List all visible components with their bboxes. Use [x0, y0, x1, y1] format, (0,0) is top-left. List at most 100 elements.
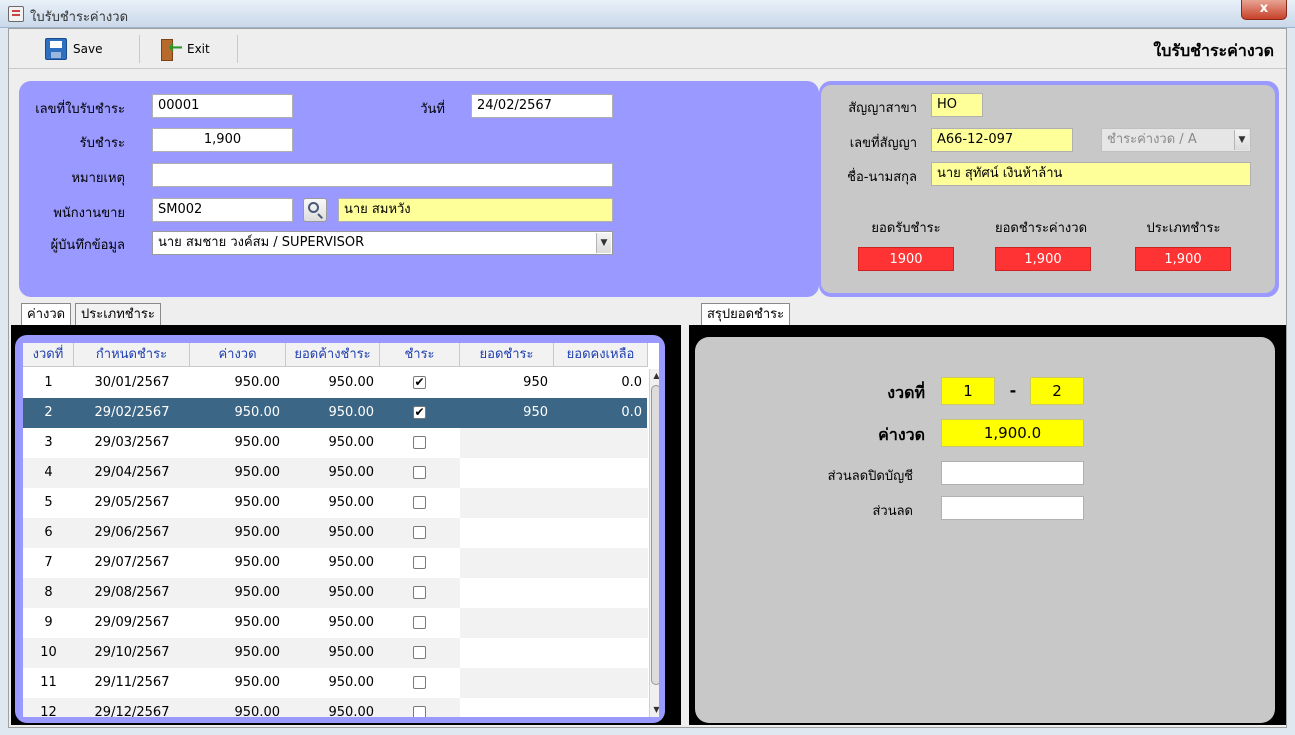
branch-label: สัญญาสาขา — [848, 101, 917, 116]
chevron-down-icon[interactable]: ▼ — [596, 233, 611, 253]
table-cell-remaining: 0.0 — [621, 405, 642, 420]
table-row[interactable]: 11 29/11/2567 950.00 950.00 — [23, 668, 648, 698]
pay-checkbox[interactable] — [413, 676, 426, 689]
save-button[interactable]: Save — [45, 35, 102, 63]
table-cell-remaining — [554, 638, 642, 668]
exit-button[interactable]: Exit — [159, 35, 210, 63]
salesman-name-field: นาย สมหวัง — [338, 198, 613, 222]
pay-checkbox[interactable] — [413, 586, 426, 599]
table-row[interactable]: 3 29/03/2567 950.00 950.00 — [23, 428, 648, 458]
period-label: งวดที่ — [887, 383, 925, 402]
app-icon — [8, 6, 24, 22]
receipt-no-field[interactable]: 00001 — [152, 94, 293, 118]
salesman-code-field[interactable]: SM002 — [152, 198, 293, 222]
table-cell-amount: 950.00 — [234, 705, 281, 717]
table-row[interactable]: 9 29/09/2567 950.00 950.00 — [23, 608, 648, 638]
total-label: ยอดชำระค่างวด — [994, 221, 1088, 236]
recorder-select[interactable]: นาย สมชาย วงค์สม / SUPERVISOR ▼ — [152, 231, 613, 255]
pay-checkbox[interactable] — [413, 706, 426, 717]
column-header[interactable]: ชำระ — [380, 343, 460, 367]
pay-checkbox[interactable] — [413, 436, 426, 449]
contract-no-field[interactable]: A66-12-097 — [931, 128, 1073, 152]
table-cell-outstanding: 950.00 — [328, 405, 375, 420]
table-cell-due: 29/06/2567 — [94, 525, 170, 540]
table-cell-remaining — [554, 698, 642, 717]
table-row[interactable]: 5 29/05/2567 950.00 950.00 — [23, 488, 648, 518]
tab-installment[interactable]: ค่างวด — [21, 303, 72, 325]
column-header[interactable]: ยอดค้างชำระ — [286, 343, 380, 367]
table-cell-no: 4 — [44, 465, 53, 480]
column-header[interactable]: ยอดคงเหลือ — [554, 343, 648, 367]
table-cell-outstanding: 950.00 — [328, 465, 375, 480]
pay-checkbox[interactable] — [413, 646, 426, 659]
scroll-thumb[interactable] — [651, 385, 659, 685]
period-from-field[interactable]: 1 — [941, 377, 995, 405]
toolbar-separator — [139, 35, 140, 63]
table-row[interactable]: 8 29/08/2567 950.00 950.00 — [23, 578, 648, 608]
table-cell-remaining — [554, 578, 642, 608]
table-row[interactable]: 12 29/12/2567 950.00 950.00 — [23, 698, 648, 717]
receipt-no-label: เลขที่ใบรับชำระ — [35, 102, 125, 117]
table-cell-no: 1 — [44, 375, 53, 390]
table-cell-due: 29/07/2567 — [94, 555, 170, 570]
window-title: ใบรับชำระค่างวด — [30, 10, 129, 25]
save-icon — [45, 38, 67, 60]
tab-payment-type[interactable]: ประเภทชำระ — [75, 303, 161, 325]
tab-summary[interactable]: สรุปยอดชำระ — [701, 303, 791, 325]
table-cell-amount: 950.00 — [234, 555, 281, 570]
table-scrollbar[interactable]: ▲ ▼ — [649, 369, 659, 717]
pay-checkbox[interactable] — [413, 616, 426, 629]
table-cell-no: 5 — [44, 495, 53, 510]
contract-panel: สัญญาสาขา HO เลขที่สัญญา A66-12-097 ชำระ… — [819, 81, 1279, 297]
table-row[interactable]: 4 29/04/2567 950.00 950.00 — [23, 458, 648, 488]
pay-checkbox[interactable]: ✔ — [413, 406, 426, 419]
pay-checkbox[interactable]: ✔ — [413, 376, 426, 389]
table-cell-amount: 950.00 — [234, 675, 281, 690]
table-row[interactable]: 7 29/07/2567 950.00 950.00 — [23, 548, 648, 578]
table-cell-due: 29/08/2567 — [94, 585, 170, 600]
form-title: ใบรับชำระค่างวด — [1153, 41, 1274, 60]
pay-checkbox[interactable] — [413, 556, 426, 569]
table-cell-amount: 950.00 — [234, 585, 281, 600]
salesman-search-button[interactable] — [303, 198, 327, 222]
scroll-up-icon[interactable]: ▲ — [650, 369, 659, 383]
date-field[interactable]: 24/02/2567 — [471, 94, 613, 118]
close-discount-field[interactable] — [941, 461, 1084, 485]
customer-name-label: ชื่อ-นามสกุล — [847, 170, 917, 185]
total-type-value: 1,900 — [1135, 247, 1231, 271]
table-cell-amount: 950.00 — [234, 495, 281, 510]
table-cell-remaining — [554, 458, 642, 488]
branch-field[interactable]: HO — [931, 93, 983, 117]
table-cell-paid: 950 — [523, 405, 548, 420]
period-to-field[interactable]: 2 — [1030, 377, 1084, 405]
table-row[interactable]: 2 29/02/2567 950.00 950.00 950 0.0 ✔ — [23, 398, 647, 428]
pay-checkbox[interactable] — [413, 526, 426, 539]
table-cell-paid — [460, 548, 548, 578]
column-header[interactable]: งวดที่ — [23, 343, 74, 367]
table-row[interactable]: 10 29/10/2567 950.00 950.00 — [23, 638, 648, 668]
scroll-down-icon[interactable]: ▼ — [650, 703, 659, 717]
table-cell-no: 8 — [44, 585, 53, 600]
customer-name-field: นาย สุทัศน์ เงินห้าล้าน — [931, 162, 1251, 186]
exit-icon — [159, 37, 183, 61]
window-close-button[interactable]: x — [1241, 0, 1287, 20]
table-cell-paid — [460, 698, 548, 717]
column-header[interactable]: กำหนดชำระ — [74, 343, 190, 367]
note-field[interactable] — [152, 163, 613, 187]
table-row[interactable]: 6 29/06/2567 950.00 950.00 — [23, 518, 648, 548]
column-header[interactable]: ค่างวด — [190, 343, 286, 367]
discount-field[interactable] — [941, 496, 1084, 520]
table-cell-no: 7 — [44, 555, 53, 570]
window-titlebar: ใบรับชำระค่างวด x — [0, 0, 1295, 28]
pay-amount-field[interactable]: 1,900 — [152, 128, 293, 152]
pay-checkbox[interactable] — [413, 466, 426, 479]
column-header[interactable]: ยอดชำระ — [460, 343, 554, 367]
installment-grid-panel: งวดที่ กำหนดชำระ ค่างวด ยอดค้างชำระ ชำระ… — [15, 335, 665, 723]
exit-label: Exit — [187, 42, 210, 56]
table-cell-no: 2 — [44, 405, 53, 420]
table-row[interactable]: 1 30/01/2567 950.00 950.00 950 0.0 ✔ — [23, 368, 647, 398]
summary-panel: งวดที่ 1 - 2 ค่างวด 1,900.0 ส่วนลดปิดบัญ… — [695, 337, 1275, 723]
pay-checkbox[interactable] — [413, 496, 426, 509]
table-cell-paid — [460, 638, 548, 668]
table-cell-no: 9 — [44, 615, 53, 630]
